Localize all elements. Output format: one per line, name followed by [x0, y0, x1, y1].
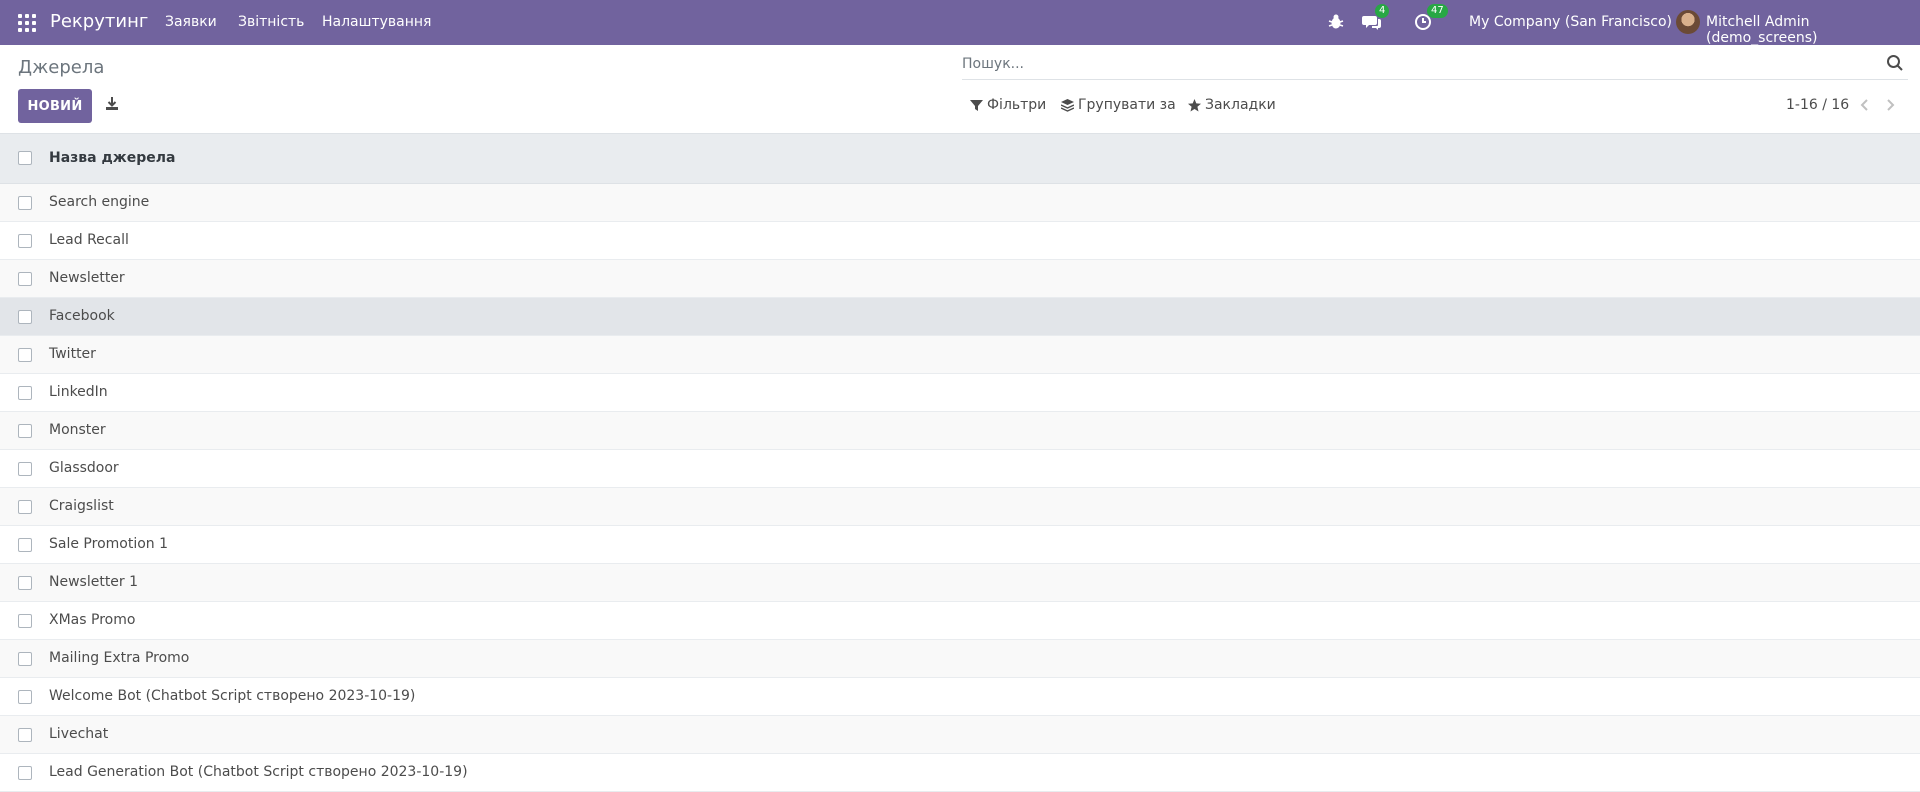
filter-icon [970, 99, 983, 111]
pager-next-icon[interactable] [1883, 97, 1897, 113]
row-checkbox[interactable] [18, 196, 32, 210]
table-row[interactable]: Welcome Bot (Chatbot Script створено 202… [0, 678, 1920, 716]
source-name-cell: Search engine [49, 194, 150, 210]
table-row[interactable]: Lead Recall [0, 222, 1920, 260]
row-checkbox[interactable] [18, 614, 32, 628]
row-checkbox[interactable] [18, 310, 32, 324]
company-switcher[interactable]: My Company (San Francisco) [1469, 14, 1672, 30]
star-icon [1188, 98, 1201, 111]
row-checkbox[interactable] [18, 728, 32, 742]
group-by-label: Групувати за [1078, 97, 1176, 113]
filters-label: Фільтри [987, 97, 1047, 113]
table-row[interactable]: Newsletter 1 [0, 564, 1920, 602]
source-name-cell: Twitter [49, 346, 96, 362]
user-menu[interactable]: Mitchell Admin (demo_screens) [1706, 14, 1920, 46]
top-navbar: Рекрутинг Заявки Звітність Налаштування … [0, 0, 1920, 46]
search-bar [962, 50, 1908, 80]
menu-item-configuration[interactable]: Налаштування [322, 14, 431, 30]
table-row[interactable]: Twitter [0, 336, 1920, 374]
bug-icon[interactable] [1326, 12, 1346, 32]
table-row[interactable]: LinkedIn [0, 374, 1920, 412]
source-name-cell: Facebook [49, 308, 115, 324]
table-header: Назва джерела [0, 133, 1920, 184]
download-icon[interactable] [104, 96, 120, 112]
table-row[interactable]: Facebook [0, 298, 1920, 336]
row-checkbox[interactable] [18, 272, 32, 286]
page-title: Джерела [18, 57, 105, 78]
table-body: Search engine Lead Recall Newsletter Facebo… [0, 184, 1920, 792]
source-name-cell: Sale Promotion 1 [49, 536, 169, 552]
source-name-cell: XMas Promo [49, 612, 136, 628]
layers-icon [1061, 98, 1074, 112]
menu-item-reporting[interactable]: Звітність [238, 14, 304, 30]
row-checkbox[interactable] [18, 386, 32, 400]
select-all-checkbox[interactable] [18, 151, 32, 165]
sources-table: Назва джерела Search engine Lead Recall Ne… [0, 133, 1920, 792]
source-name-cell: LinkedIn [49, 384, 108, 400]
table-row[interactable]: Search engine [0, 184, 1920, 222]
source-name-cell: Welcome Bot (Chatbot Script створено 202… [49, 688, 416, 704]
source-name-cell: Monster [49, 422, 106, 438]
table-row[interactable]: Newsletter [0, 260, 1920, 298]
row-checkbox[interactable] [18, 234, 32, 248]
source-name-cell: Newsletter [49, 270, 125, 286]
source-name-cell: Glassdoor [49, 460, 119, 476]
table-row[interactable]: Livechat [0, 716, 1920, 754]
source-name-cell: Lead Recall [49, 232, 129, 248]
pager-value[interactable]: 1-16 / 16 [1786, 97, 1849, 113]
favorites-label: Закладки [1205, 97, 1276, 113]
row-checkbox[interactable] [18, 576, 32, 590]
column-header-source-name[interactable]: Назва джерела [49, 150, 175, 166]
menu-item-applications[interactable]: Заявки [165, 14, 217, 30]
messages-button[interactable]: 4 [1362, 4, 1390, 33]
row-checkbox[interactable] [18, 424, 32, 438]
search-input[interactable] [962, 52, 1862, 76]
row-checkbox[interactable] [18, 766, 32, 780]
table-row[interactable]: Craigslist [0, 488, 1920, 526]
activities-button[interactable]: 47 [1414, 4, 1448, 33]
table-row[interactable]: Monster [0, 412, 1920, 450]
pager-previous-icon[interactable] [1858, 97, 1872, 113]
table-row[interactable]: Glassdoor [0, 450, 1920, 488]
app-brand[interactable]: Рекрутинг [50, 11, 148, 32]
filters-button[interactable]: Фільтри [970, 97, 1046, 113]
table-row[interactable]: XMas Promo [0, 602, 1920, 640]
row-checkbox[interactable] [18, 500, 32, 514]
row-checkbox[interactable] [18, 348, 32, 362]
new-button[interactable]: НОВИЙ [18, 89, 92, 123]
user-avatar[interactable] [1676, 10, 1700, 34]
row-checkbox[interactable] [18, 538, 32, 552]
source-name-cell: Newsletter 1 [49, 574, 139, 590]
group-by-button[interactable]: Групувати за [1061, 97, 1176, 113]
activities-badge: 47 [1427, 4, 1448, 18]
search-icon[interactable] [1886, 54, 1904, 72]
row-checkbox[interactable] [18, 462, 32, 476]
table-row[interactable]: Mailing Extra Promo [0, 640, 1920, 678]
row-checkbox[interactable] [18, 652, 32, 666]
source-name-cell: Mailing Extra Promo [49, 650, 190, 666]
source-name-cell: Craigslist [49, 498, 114, 514]
source-name-cell: Lead Generation Bot (Chatbot Script ство… [49, 764, 468, 780]
messages-badge: 4 [1375, 4, 1390, 18]
table-row[interactable]: Sale Promotion 1 [0, 526, 1920, 564]
row-checkbox[interactable] [18, 690, 32, 704]
apps-menu-icon[interactable] [18, 14, 36, 32]
source-name-cell: Livechat [49, 726, 109, 742]
favorites-button[interactable]: Закладки [1188, 97, 1276, 113]
table-row[interactable]: Lead Generation Bot (Chatbot Script ство… [0, 754, 1920, 792]
